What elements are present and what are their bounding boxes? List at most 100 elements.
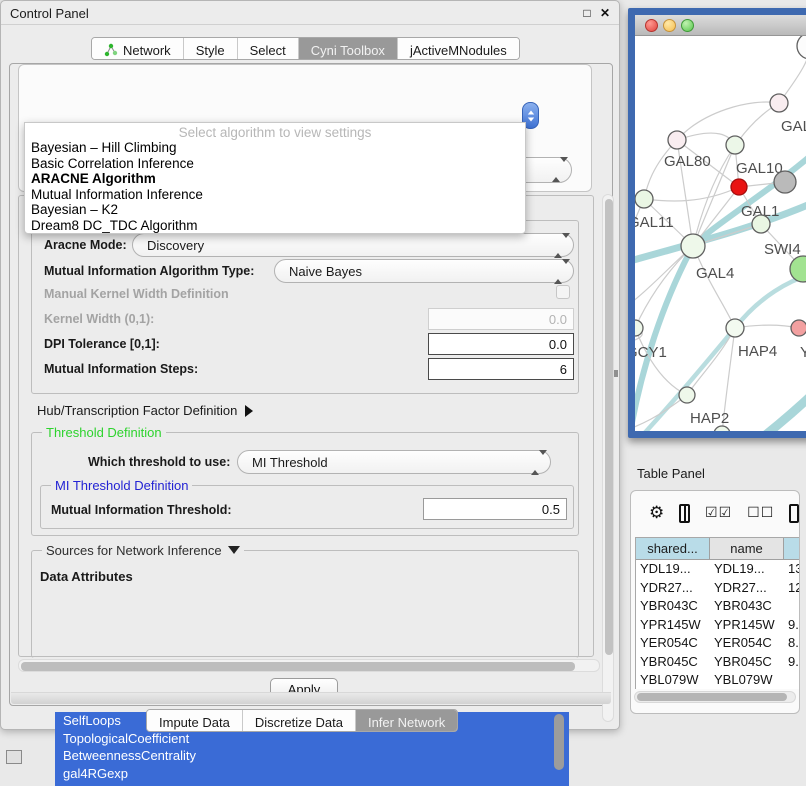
tab-discretize-data[interactable]: Discretize Data (243, 710, 356, 731)
mi-type-combo[interactable]: Naive Bayes (274, 259, 574, 283)
table-row[interactable]: YBR043CYBR043C (636, 597, 800, 616)
node-table[interactable]: shared...nameA YDL19...YDL19...13.YDR27.… (635, 537, 800, 689)
table-cell: YER054C (636, 634, 710, 653)
control-panel-content: gal4filtered.sif default node Cyni Algor… (9, 63, 613, 706)
network-canvas[interactable]: GALGAL80GAL10GAL1GAL11SWI4GAL4GCY1HAP4YH… (635, 36, 806, 431)
vertical-scrollbar[interactable] (602, 194, 614, 722)
table-row[interactable]: YDR27...YDR27...12. (636, 579, 800, 598)
network-node-gal1[interactable] (731, 179, 747, 195)
table-row[interactable]: YER054CYER054C8. (636, 634, 800, 653)
network-node-gal[interactable] (770, 94, 788, 112)
table-cell: YPR145W (710, 616, 784, 635)
network-node-hap4[interactable] (726, 319, 744, 337)
network-node-gal4[interactable] (681, 234, 705, 258)
table-cell: YER054C (710, 634, 784, 653)
column-header-name[interactable]: name (710, 538, 784, 560)
kernel-width-field[interactable]: 0.0 (428, 308, 574, 330)
threshold-definition-title: Threshold Definition (42, 425, 166, 440)
node-label: GAL (781, 118, 806, 135)
new-column-icon[interactable] (789, 504, 799, 523)
table-cell: YBL079W (710, 671, 784, 689)
algorithm-option[interactable]: Bayesian – Hill Climbing (25, 140, 525, 156)
tab-label: Impute Data (159, 715, 230, 730)
network-node-gal80[interactable] (668, 131, 686, 149)
popup-item-list: Bayesian – Hill ClimbingBasic Correlatio… (25, 140, 525, 234)
aracne-mode-combo[interactable]: Discovery (132, 233, 574, 257)
tab-jactivemnodules[interactable]: jActiveMNodules (398, 38, 519, 59)
tab-select[interactable]: Select (238, 38, 299, 59)
network-node[interactable] (774, 171, 796, 193)
tab-cyni-toolbox[interactable]: Cyni Toolbox (299, 38, 398, 59)
stepper-icon (552, 162, 562, 177)
mi-steps-label: Mutual Information Steps: (44, 362, 198, 376)
table-row[interactable]: YPR145WYPR145W9. (636, 616, 800, 635)
table-cell (784, 597, 800, 616)
hide-columns-icon[interactable]: ☐☐ (747, 505, 774, 521)
hub-definition-toggle[interactable]: Hub/Transcription Factor Definition (37, 403, 253, 418)
zoom-traffic-light-icon[interactable] (681, 19, 694, 32)
table-row[interactable]: YBR045CYBR045C9. (636, 653, 800, 672)
table-row[interactable]: YBL079WYBL079W (636, 671, 800, 689)
network-node-swi4[interactable] (752, 215, 770, 233)
table-cell: YBR045C (636, 653, 710, 672)
column-header-shared[interactable]: shared... (636, 538, 710, 560)
close-traffic-light-icon[interactable] (645, 19, 658, 32)
algorithm-option[interactable]: ARACNE Algorithm (25, 171, 525, 187)
table-scrollbar-thumb[interactable] (637, 693, 787, 701)
split-view-icon[interactable] (679, 504, 690, 523)
network-node-gal10[interactable] (726, 136, 744, 154)
aracne-mode-label: Aracne Mode: (44, 238, 127, 252)
algorithm-option[interactable]: Bayesian – K2 (25, 202, 525, 218)
table-cell: YDL19... (710, 560, 784, 579)
network-node-y[interactable] (791, 320, 806, 336)
mi-steps-field[interactable]: 6 (428, 358, 574, 380)
network-node[interactable] (790, 256, 806, 282)
which-threshold-combo[interactable]: MI Threshold (237, 450, 551, 474)
table-body: YDL19...YDL19...13.YDR27...YDR27...12.YB… (636, 560, 800, 689)
tab-network[interactable]: Network (92, 38, 184, 59)
table-cell (784, 671, 800, 689)
dpi-tolerance-field[interactable]: 0.0 (428, 333, 574, 355)
network-node-gal11[interactable] (635, 190, 653, 208)
show-columns-icon[interactable]: ☑☑ (705, 505, 732, 521)
minimize-traffic-light-icon[interactable] (663, 19, 676, 32)
table-panel-title: Table Panel (637, 466, 705, 481)
column-header-A[interactable]: A (784, 538, 800, 560)
vertical-scrollbar-thumb[interactable] (605, 199, 613, 655)
sources-group-title[interactable]: Sources for Network Inference (42, 543, 244, 558)
manual-kernel-checkbox[interactable] (556, 285, 570, 299)
collapse-right-icon (245, 405, 253, 417)
tab-style[interactable]: Style (184, 38, 238, 59)
algorithm-dropdown-popup: Select algorithm to view settings Bayesi… (24, 122, 526, 234)
close-window-icon[interactable]: ✕ (597, 5, 613, 21)
algorithm-option[interactable]: Mutual Information Inference (25, 187, 525, 203)
table-cell: YDR27... (710, 579, 784, 598)
aracne-mode-value: Discovery (147, 238, 204, 253)
float-window-icon[interactable]: □ (579, 5, 595, 21)
hub-definition-label: Hub/Transcription Factor Definition (37, 403, 237, 418)
kernel-width-label: Kernel Width (0,1): (44, 312, 154, 326)
algorithm-option[interactable]: Basic Correlation Inference (25, 156, 525, 172)
settings-scroll-area: gal4filtered.sif default node Cyni Algor… (10, 64, 614, 707)
tab-infer-network[interactable]: Infer Network (356, 710, 457, 731)
table-row[interactable]: YDL19...YDL19...13. (636, 560, 800, 579)
algorithm-option[interactable]: Dream8 DC_TDC Algorithm (25, 218, 525, 234)
attribute-list-item[interactable]: TopologicalCoefficient (55, 730, 569, 748)
panel-divider-handle[interactable] (614, 370, 618, 377)
attribute-list-item[interactable]: gal4RGexp (55, 765, 569, 783)
network-node[interactable] (797, 36, 806, 59)
collapse-down-icon (228, 546, 240, 554)
horizontal-scrollbar-thumb[interactable] (21, 662, 575, 671)
table-cell: YBR043C (710, 597, 784, 616)
sources-group: Sources for Network Inference Data Attri… (31, 550, 579, 658)
gear-icon[interactable]: ⚙ (649, 503, 664, 523)
network-icon (104, 43, 118, 57)
network-window-titlebar[interactable] (635, 15, 806, 36)
horizontal-scrollbar[interactable] (18, 659, 600, 672)
control-panel-titlebar: Control Panel □ ✕ (1, 1, 619, 25)
network-view-window[interactable]: GALGAL80GAL10GAL1GAL11SWI4GAL4GCY1HAP4YH… (628, 8, 806, 438)
tab-impute-data[interactable]: Impute Data (147, 710, 243, 731)
network-node-hap2[interactable] (679, 387, 695, 403)
table-horizontal-scrollbar[interactable] (634, 691, 796, 703)
mi-threshold-field[interactable]: 0.5 (423, 498, 567, 520)
